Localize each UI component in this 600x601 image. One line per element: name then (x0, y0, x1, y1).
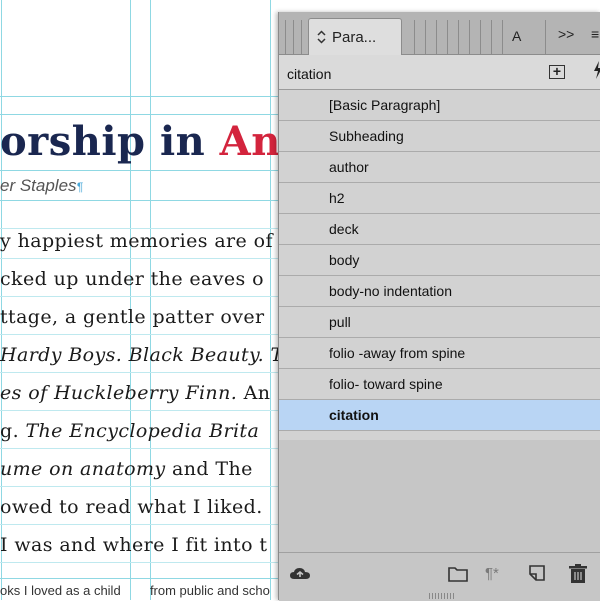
style-name: deck (329, 221, 359, 237)
style-list-item[interactable]: folio- toward spine (279, 369, 600, 400)
resize-grip[interactable] (429, 593, 455, 599)
body-text-span: ttage, a gentle patter over (0, 306, 265, 328)
style-name: h2 (329, 190, 345, 206)
body-text-span: An (237, 382, 271, 404)
style-list-item[interactable]: body-no indentation (279, 276, 600, 307)
style-name: [Basic Paragraph] (329, 97, 441, 113)
footer-right-text: from public and scho (149, 583, 270, 598)
collapsed-tab[interactable] (502, 20, 503, 54)
body-text-span: The Encyclopedia Brita (25, 420, 260, 442)
collapsed-tab[interactable] (414, 20, 415, 54)
collapsed-tab[interactable] (425, 20, 426, 54)
new-style-icon[interactable] (527, 563, 549, 585)
body-text-span: and The (165, 458, 253, 480)
panel-tab-bar: Para... A >> ≡ (279, 12, 600, 55)
body-text-line: ume on anatomy and The (0, 458, 253, 480)
collapsed-tab[interactable] (491, 20, 492, 54)
article-title[interactable]: orship in An (0, 118, 281, 165)
body-text-span: g. (0, 420, 26, 442)
collapsed-tab[interactable] (458, 20, 459, 54)
style-list-item[interactable]: h2 (279, 183, 600, 214)
panel-footer: ¶* (279, 552, 600, 601)
trash-icon[interactable] (567, 563, 589, 585)
collapsed-tab[interactable] (293, 20, 294, 54)
style-list-item[interactable]: pull (279, 307, 600, 338)
vertical-guide (270, 0, 271, 600)
style-name: body-no indentation (329, 283, 452, 299)
style-list[interactable]: [Basic Paragraph] Subheading author h2 deck b… (279, 90, 600, 440)
collapsed-tab[interactable] (285, 20, 286, 54)
body-text-line: cked up under the eaves o (0, 268, 264, 290)
style-list-item[interactable]: Subheading (279, 121, 600, 152)
tab-paragraph-styles[interactable]: Para... (308, 18, 402, 55)
style-list-item[interactable]: author (279, 152, 600, 183)
title-accent-text: An (219, 118, 281, 165)
folder-icon[interactable] (447, 563, 469, 585)
paragraph-styles-panel[interactable]: Para... A >> ≡ citation + [Basic Paragra… (278, 12, 600, 601)
panel-menu-icon[interactable]: ≡ (591, 26, 599, 42)
body-text-span: cked up under the eaves o (0, 268, 264, 290)
tab-label: Para... (332, 29, 377, 46)
tab-character-styles[interactable]: A (512, 28, 521, 44)
body-text-line: g. The Encyclopedia Brita (0, 420, 259, 442)
body-text-line: I was and where I fit into t (0, 534, 267, 556)
style-name: folio- toward spine (329, 376, 443, 392)
collapsed-tab[interactable] (301, 20, 302, 54)
body-text-span: I was and where I fit into t (0, 534, 268, 556)
collapsed-tab[interactable] (469, 20, 470, 54)
lightning-icon[interactable] (593, 61, 600, 84)
title-text: orship in (0, 118, 220, 165)
article-byline[interactable]: er Staples¶ (0, 176, 83, 196)
tab-overflow-button[interactable]: >> (558, 26, 574, 42)
style-name: pull (329, 314, 351, 330)
body-text-span: owed to read what I liked. (0, 496, 263, 518)
style-list-item[interactable]: [Basic Paragraph] (279, 90, 600, 121)
collapsed-tab[interactable] (480, 20, 481, 54)
style-name: author (329, 159, 369, 175)
collapsed-tab[interactable] (436, 20, 437, 54)
body-text-line: owed to read what I liked. (0, 496, 263, 518)
style-name: Subheading (329, 128, 404, 144)
clear-overrides-icon[interactable]: ¶* (485, 565, 499, 587)
style-list-item[interactable]: folio -away from spine (279, 338, 600, 369)
style-name: body (329, 252, 360, 268)
pilcrow-mark: ¶ (76, 180, 83, 194)
body-text-span: ume on anatomy (0, 458, 166, 480)
body-text-line: ttage, a gentle patter over (0, 306, 265, 328)
style-list-item[interactable]: citation (279, 400, 600, 431)
footer-left-text: oks I loved as a child (0, 583, 121, 598)
footer-text: oks I loved as a child from public and s… (0, 583, 270, 598)
collapsed-tab[interactable] (447, 20, 448, 54)
style-name: folio -away from spine (329, 345, 466, 361)
byline-text: er Staples (0, 176, 77, 195)
body-text-line: es of Huckleberry Finn. An (0, 382, 270, 404)
plus-icon: + (552, 63, 562, 79)
body-text-span: es of Huckleberry Finn. (0, 382, 238, 404)
collapsed-tab[interactable] (545, 20, 546, 54)
style-list-item[interactable]: body (279, 245, 600, 276)
body-text-span: y happiest memories are of (0, 230, 273, 252)
current-style-bar: citation + (279, 55, 600, 90)
create-style-group-button[interactable]: + (549, 63, 565, 79)
current-style-name: citation (287, 66, 332, 82)
cloud-library-icon[interactable] (289, 563, 311, 585)
tab-expand-icon (317, 30, 326, 48)
style-list-item[interactable]: deck (279, 214, 600, 245)
body-text-line: y happiest memories are of (0, 230, 273, 252)
body-text-span: Hardy Boys. Black Beauty. Th (0, 344, 297, 366)
style-name: citation (329, 407, 379, 423)
body-text-line: Hardy Boys. Black Beauty. Th (0, 344, 296, 366)
